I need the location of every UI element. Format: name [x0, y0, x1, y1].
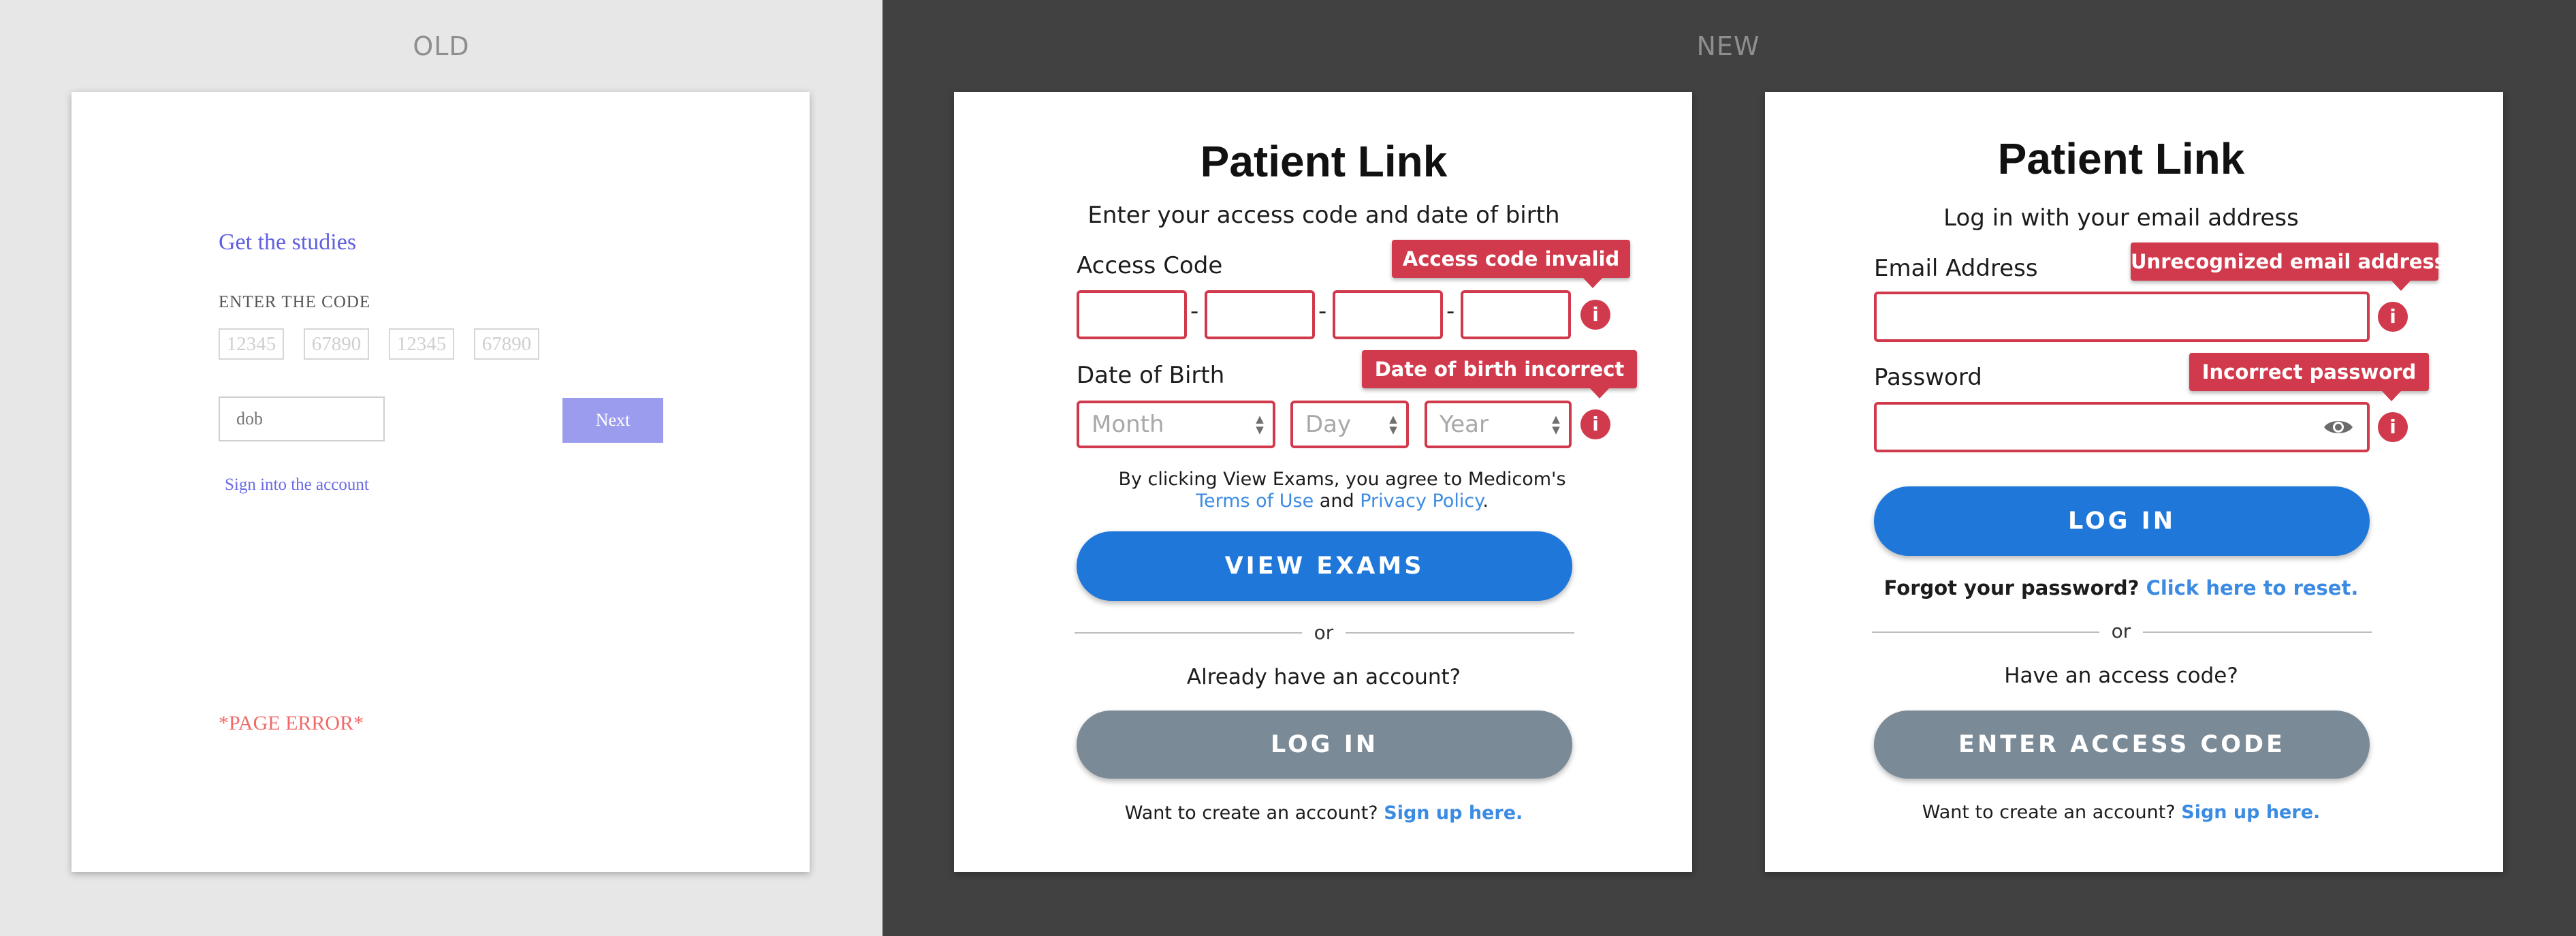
info-icon[interactable]: i: [2378, 302, 2408, 332]
old-code-input-2[interactable]: 67890: [304, 328, 369, 360]
or-text: or: [1314, 621, 1334, 644]
year-select[interactable]: Year ▲ ▼: [1425, 401, 1572, 448]
day-select[interactable]: Day ▲ ▼: [1290, 401, 1409, 448]
terms-links-line: Terms of Use and Privacy Policy.: [1196, 490, 1489, 512]
terms-text: By clicking View Exams, you agree to Med…: [1118, 469, 1566, 490]
page-subtitle: Log in with your email address: [1943, 204, 2299, 232]
code-separator: -: [1190, 298, 1199, 325]
eye-icon[interactable]: [2323, 417, 2354, 437]
password-label: Password: [1874, 364, 1982, 391]
password-input[interactable]: [1874, 402, 2370, 452]
create-account-prompt: Want to create an account?: [1922, 802, 2176, 823]
dob-label: Date of Birth: [1077, 362, 1225, 389]
divider: [1346, 632, 1574, 634]
login-button[interactable]: LOG IN: [1077, 711, 1572, 779]
page-title: Patient Link: [1200, 137, 1448, 186]
divider: [1872, 631, 2099, 633]
enter-access-code-button[interactable]: ENTER ACCESS CODE: [1874, 711, 2370, 779]
old-dob-input[interactable]: dob: [219, 396, 385, 441]
month-select[interactable]: Month ▲ ▼: [1077, 401, 1275, 448]
or-text: or: [2111, 620, 2131, 642]
email-input[interactable]: [1874, 292, 2370, 342]
email-label: Email Address: [1874, 255, 2038, 282]
chevron-updown-icon: ▲ ▼: [1552, 413, 1560, 436]
signup-link[interactable]: Sign up here.: [2181, 802, 2320, 823]
create-account-line: Want to create an account? Sign up here.: [1125, 802, 1523, 824]
password-error-tooltip: Incorrect password: [2189, 353, 2429, 401]
chevron-updown-icon: ▲ ▼: [1256, 413, 1264, 436]
old-page-error: *PAGE ERROR*: [219, 712, 364, 734]
email-error-tooltip: Unrecognized email address: [2131, 243, 2446, 291]
view-exams-button[interactable]: VIEW EXAMS: [1077, 531, 1572, 601]
terms-and: and: [1319, 490, 1354, 512]
privacy-policy-link[interactable]: Privacy Policy: [1360, 490, 1482, 512]
old-code-input-1[interactable]: 12345: [219, 328, 284, 360]
have-access-code-text: Have an access code?: [2004, 664, 2238, 688]
have-account-text: Already have an account?: [1186, 665, 1461, 689]
old-signin-link[interactable]: Sign into the account: [225, 475, 369, 495]
chevron-updown-icon: ▲ ▼: [1389, 413, 1397, 436]
access-code-input-2[interactable]: [1205, 290, 1315, 339]
old-next-button[interactable]: Next: [562, 398, 663, 443]
access-code-input-4[interactable]: [1461, 290, 1571, 339]
access-code-label: Access Code: [1077, 252, 1223, 279]
new-section-label: NEW: [1696, 31, 1760, 61]
code-separator: -: [1318, 298, 1327, 325]
dob-error-tooltip: Date of birth incorrect: [1362, 350, 1637, 399]
old-code-label: ENTER THE CODE: [219, 293, 371, 311]
page-title: Patient Link: [1997, 134, 2245, 183]
old-login-card: [71, 92, 810, 872]
page-subtitle: Enter your access code and date of birth: [1087, 202, 1560, 229]
access-code-error-tooltip: Access code invalid: [1392, 240, 1630, 288]
divider: [2143, 631, 2372, 633]
create-account-line: Want to create an account? Sign up here.: [1922, 802, 2321, 823]
info-icon[interactable]: i: [1580, 409, 1610, 439]
create-account-prompt: Want to create an account?: [1124, 802, 1378, 824]
signup-link[interactable]: Sign up here.: [1384, 802, 1523, 824]
forgot-password-line: Forgot your password? Click here to rese…: [1884, 576, 2359, 599]
info-icon[interactable]: i: [1580, 300, 1610, 330]
reset-password-link[interactable]: Click here to reset.: [2146, 576, 2359, 599]
old-section-label: OLD: [413, 31, 470, 61]
old-heading: Get the studies: [219, 230, 357, 255]
code-separator: -: [1446, 298, 1455, 325]
login-button[interactable]: LOG IN: [1874, 486, 2370, 556]
terms-of-use-link[interactable]: Terms of Use: [1196, 490, 1314, 512]
access-code-input-1[interactable]: [1077, 290, 1187, 339]
month-placeholder: Month: [1092, 411, 1164, 438]
day-placeholder: Day: [1305, 411, 1352, 438]
old-code-input-4[interactable]: 67890: [474, 328, 539, 360]
access-code-input-3[interactable]: [1333, 290, 1443, 339]
old-code-input-3[interactable]: 12345: [389, 328, 454, 360]
info-icon[interactable]: i: [2378, 412, 2408, 442]
terms-period: .: [1482, 490, 1489, 512]
divider: [1075, 632, 1302, 634]
forgot-password-prompt: Forgot your password?: [1883, 576, 2140, 599]
year-placeholder: Year: [1440, 411, 1489, 438]
